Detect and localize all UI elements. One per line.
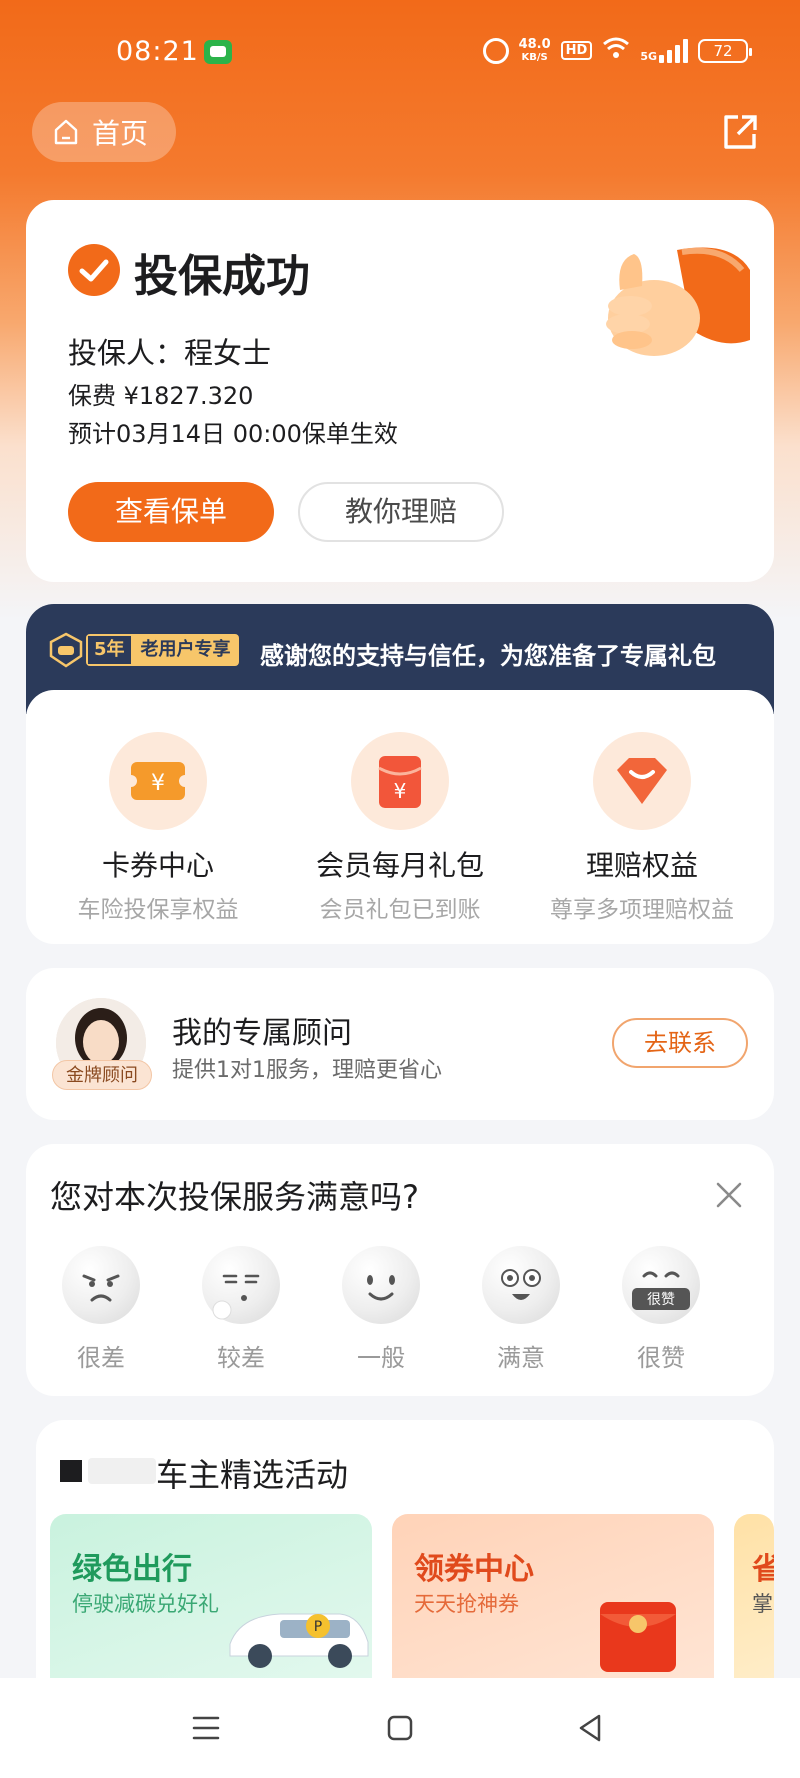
benefit-coupon-center[interactable]: ¥ 卡券中心 车险投保享权益 bbox=[38, 732, 278, 924]
svg-text:P: P bbox=[314, 1619, 322, 1635]
message-notification-icon bbox=[204, 40, 232, 64]
ticket-icon: ¥ bbox=[109, 732, 207, 830]
smile-face-icon bbox=[342, 1246, 420, 1324]
red-packet-icon: ¥ bbox=[351, 732, 449, 830]
contact-advisor-button[interactable]: 去联系 bbox=[612, 1018, 748, 1068]
sighing-face-icon bbox=[202, 1246, 280, 1324]
survey-title: 您对本次投保服务满意吗? bbox=[50, 1178, 419, 1216]
rating-excellent[interactable]: 很赞 很赞 bbox=[606, 1246, 716, 1373]
thumbs-face-icon: 很赞 bbox=[622, 1246, 700, 1324]
wifi-icon bbox=[602, 36, 630, 65]
diamond-icon bbox=[593, 732, 691, 830]
benefits-card: ¥ 卡券中心 车险投保享权益 ¥ 会员每月礼包 会员礼包已到账 理赔权益 尊享多… bbox=[26, 690, 774, 944]
rating-satisfied[interactable]: 满意 bbox=[466, 1246, 576, 1373]
advisor-subtitle: 提供1对1服务，理赔更省心 bbox=[172, 1058, 442, 1083]
excellent-badge-text: 很赞 bbox=[647, 1292, 675, 1308]
cellular-signal-icon: 5G bbox=[640, 38, 688, 63]
home-icon bbox=[52, 118, 80, 146]
back-triangle-icon[interactable] bbox=[570, 1708, 610, 1748]
car-shield-icon bbox=[48, 632, 84, 668]
red-envelope-icon bbox=[600, 1602, 676, 1672]
policy-holder: 投保人：程女士 bbox=[68, 336, 272, 370]
menu-icon[interactable] bbox=[186, 1708, 226, 1748]
angry-face-icon bbox=[62, 1246, 140, 1324]
rating-bad[interactable]: 较差 bbox=[186, 1246, 296, 1373]
claim-guide-button[interactable]: 教你理赔 bbox=[298, 482, 504, 542]
home-label: 首页 bbox=[92, 117, 149, 150]
premium-amount: 保费 ¥1827.320 bbox=[68, 382, 254, 410]
system-nav-bar bbox=[0, 1678, 800, 1778]
rating-very-bad[interactable]: 很差 bbox=[46, 1246, 156, 1373]
success-check-icon bbox=[68, 244, 120, 296]
success-title: 投保成功 bbox=[134, 251, 310, 302]
happy-face-icon bbox=[482, 1246, 560, 1324]
advisor-card[interactable]: 金牌顾问 我的专属顾问 提供1对1服务，理赔更省心 去联系 bbox=[26, 968, 774, 1120]
policy-success-card: 投保成功 投保人：程女士 保费 ¥1827.320 预计03月14日 00:00… bbox=[26, 200, 774, 582]
car-icon: P bbox=[229, 1613, 369, 1668]
svg-text:¥: ¥ bbox=[394, 779, 407, 803]
thumbs-up-icon bbox=[582, 230, 752, 370]
rating-average[interactable]: 一般 bbox=[326, 1246, 436, 1373]
advisor-title: 我的专属顾问 bbox=[172, 1016, 352, 1051]
section-marker bbox=[60, 1460, 82, 1482]
battery-indicator: 72 bbox=[698, 38, 752, 63]
svg-text:¥: ¥ bbox=[151, 771, 165, 796]
view-policy-button[interactable]: 查看保单 bbox=[68, 482, 274, 542]
benefit-monthly-gift[interactable]: ¥ 会员每月礼包 会员礼包已到账 bbox=[280, 732, 520, 924]
net-speed: 48.0 KB/S bbox=[518, 36, 551, 63]
status-time: 08:21 bbox=[116, 36, 199, 67]
home-button[interactable]: 首页 bbox=[32, 102, 176, 162]
close-icon[interactable] bbox=[714, 1180, 744, 1210]
home-square-icon[interactable] bbox=[380, 1708, 420, 1748]
satisfaction-survey-card: 您对本次投保服务满意吗? 很差 较差 一般 满意 很赞 很赞 bbox=[26, 1144, 774, 1396]
loyalty-message: 感谢您的支持与信任，为您准备了专属礼包 bbox=[260, 642, 716, 670]
benefit-claim-rights[interactable]: 理赔权益 尊享多项理赔权益 bbox=[522, 732, 762, 924]
hd-badge: HD bbox=[560, 41, 593, 60]
alarm-icon bbox=[482, 37, 509, 64]
effective-date: 预计03月14日 00:00保单生效 bbox=[68, 420, 398, 448]
loyalty-tag: 5年 老用户专享 bbox=[86, 634, 239, 666]
gold-advisor-badge: 金牌顾问 bbox=[52, 1060, 152, 1090]
blurred-brand bbox=[88, 1458, 156, 1484]
activities-title: 车主精选活动 bbox=[156, 1456, 349, 1494]
status-bar: 08:21 48.0 KB/S HD 5G 72 bbox=[0, 0, 800, 100]
share-icon[interactable] bbox=[720, 112, 760, 152]
